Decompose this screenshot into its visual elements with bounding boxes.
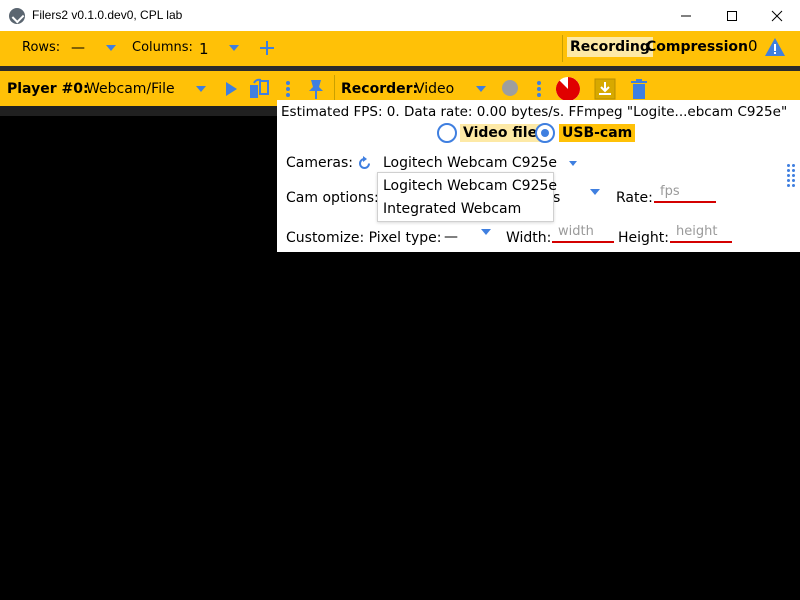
delete-icon[interactable] xyxy=(630,78,648,100)
recorder-type-dropdown-icon[interactable] xyxy=(476,86,486,92)
width-placeholder: width xyxy=(558,224,594,239)
columns-value[interactable]: 1 xyxy=(199,40,209,58)
download-icon[interactable] xyxy=(594,78,616,100)
record-button-icon[interactable] xyxy=(502,80,518,96)
cam-options-dropdown-icon[interactable] xyxy=(590,189,600,195)
rate-input[interactable]: fps xyxy=(654,184,716,204)
status-text: Estimated FPS: 0. Data rate: 0.00 bytes/… xyxy=(281,104,788,120)
pixel-type-dropdown-icon[interactable] xyxy=(481,229,491,235)
play-icon[interactable] xyxy=(224,81,238,97)
layout-toolbar: Rows: — Columns: 1 Recording Compression… xyxy=(0,31,800,66)
width-input[interactable]: width xyxy=(552,224,614,244)
recorder-type-select[interactable]: Video xyxy=(415,81,454,97)
height-label: Height: xyxy=(618,230,669,246)
radio-usb-cam[interactable] xyxy=(535,123,555,143)
window-title: Filers2 v0.1.0.dev0, CPL lab xyxy=(32,8,183,22)
height-placeholder: height xyxy=(676,224,718,239)
camera-dropdown-icon[interactable] xyxy=(569,161,577,166)
cameras-label: Cameras: xyxy=(286,155,353,171)
usb-cam-label[interactable]: USB-cam xyxy=(559,124,636,142)
tab-compression[interactable]: Compression xyxy=(646,39,748,55)
refresh-icon[interactable] xyxy=(357,156,372,171)
pixel-type-select[interactable]: — xyxy=(444,229,458,245)
plus-icon[interactable] xyxy=(258,39,276,57)
player-source-select[interactable]: Webcam/File xyxy=(86,81,175,97)
warning-icon[interactable] xyxy=(764,37,786,57)
width-label: Width: xyxy=(506,230,552,246)
rows-dropdown-icon[interactable] xyxy=(106,45,116,51)
toolbar-divider xyxy=(334,75,335,102)
title-bar: Filers2 v0.1.0.dev0, CPL lab xyxy=(0,0,800,31)
app-logo-icon xyxy=(9,8,25,24)
rows-label: Rows: xyxy=(22,40,61,55)
toolbar-divider xyxy=(562,35,563,62)
minimize-icon xyxy=(681,15,691,16)
maximize-icon xyxy=(727,10,737,21)
recorder-more-icon[interactable] xyxy=(537,81,541,97)
close-icon xyxy=(771,10,783,21)
player-label: Player #0: xyxy=(7,81,89,97)
radio-video-file[interactable] xyxy=(437,123,457,143)
video-file-label[interactable]: Video file xyxy=(460,124,541,142)
camera-option[interactable]: Integrated Webcam xyxy=(383,201,521,217)
columns-label: Columns: xyxy=(132,40,193,55)
columns-dropdown-icon[interactable] xyxy=(229,45,239,51)
camera-dropdown-list: Logitech Webcam C925e Integrated Webcam xyxy=(377,172,557,222)
resize-grip-icon[interactable] xyxy=(787,164,795,187)
rows-value[interactable]: — xyxy=(71,40,85,56)
minimize-button[interactable] xyxy=(663,0,709,31)
rate-placeholder: fps xyxy=(660,184,680,199)
record-progress-icon[interactable] xyxy=(555,76,581,102)
close-button[interactable] xyxy=(754,0,800,31)
player-more-icon[interactable] xyxy=(286,81,290,97)
cam-options-label: Cam options: xyxy=(286,190,379,206)
pin-icon[interactable] xyxy=(307,78,325,100)
tab-recording[interactable]: Recording xyxy=(567,37,653,57)
height-input[interactable]: height xyxy=(670,224,732,244)
warning-count: 0 xyxy=(748,37,758,55)
camera-select[interactable]: Logitech Webcam C925e xyxy=(383,155,557,171)
player-source-dropdown-icon[interactable] xyxy=(196,86,206,92)
recorder-label: Recorder: xyxy=(341,81,419,97)
maximize-button[interactable] xyxy=(709,0,755,31)
camera-option[interactable]: Logitech Webcam C925e xyxy=(383,178,557,194)
swap-icon[interactable] xyxy=(248,78,270,100)
customize-label: Customize: Pixel type: xyxy=(286,230,442,246)
rate-label: Rate: xyxy=(616,190,653,206)
